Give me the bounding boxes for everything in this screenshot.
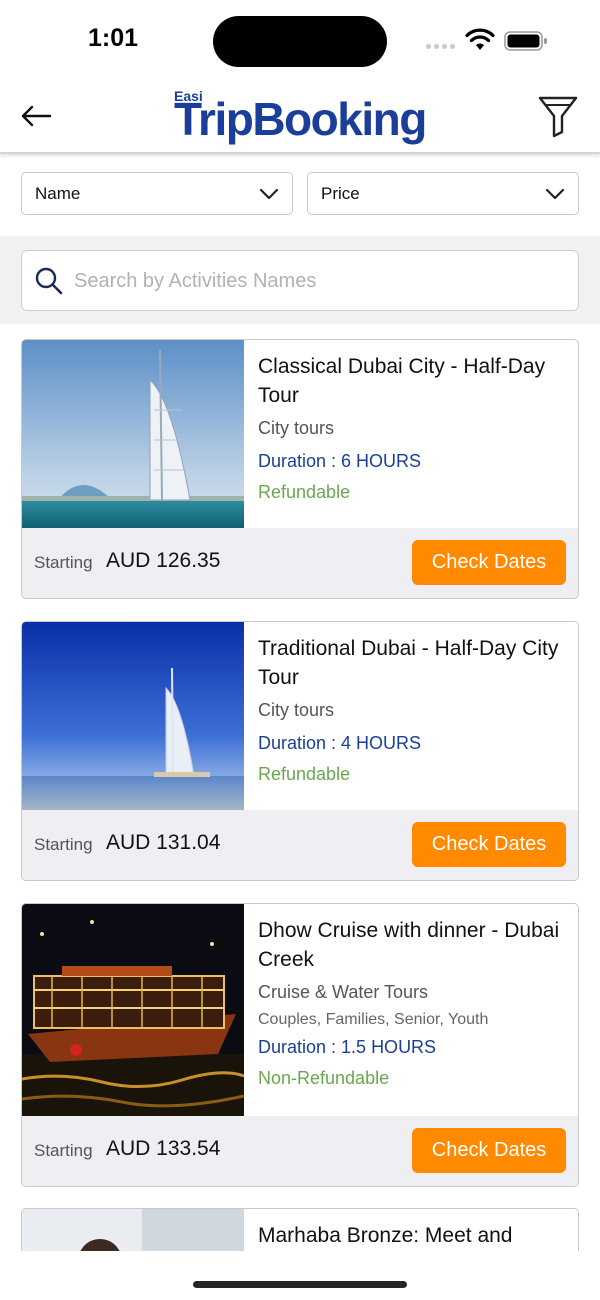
activity-info: Classical Dubai City - Half-Day Tour Cit… [258,352,568,503]
activity-refund-status: Refundable [258,482,351,502]
check-dates-button[interactable]: Check Dates [412,1128,566,1173]
activity-price-bar: Starting AUD 131.04 Check Dates [22,810,578,880]
cellular-signal-icon [426,44,455,49]
starting-label: Starting [34,1141,93,1160]
sort-by-price-dropdown[interactable]: Price [307,172,579,215]
home-indicator[interactable] [193,1281,407,1288]
app-logo: Easi TripBooking [170,84,440,150]
sort-by-price-label: Price [321,183,360,203]
activity-category: City tours [258,700,335,720]
activity-image-meet-and-greet [22,1209,244,1251]
activity-image-burj-al-arab [22,340,244,529]
search-area [0,236,600,324]
chevron-down-icon [259,188,279,200]
activity-price: AUD 126.35 [106,549,221,572]
back-button[interactable] [18,98,54,134]
app-header: Easi TripBooking [0,82,600,154]
activity-card[interactable]: Traditional Dubai - Half-Day City Tour C… [21,621,579,881]
starting-label: Starting [34,835,93,854]
activity-category: City tours [258,418,335,438]
logo-main-text: TripBooking [174,93,427,145]
filter-button[interactable] [536,92,580,140]
status-bar: 1:01 [0,0,600,82]
activity-duration: Duration : 6 HOURS [258,451,422,471]
battery-icon [504,31,547,51]
sort-by-name-dropdown[interactable]: Name [21,172,293,215]
chevron-down-icon [545,188,565,200]
dynamic-island [213,16,387,67]
sort-row: Name Price [21,172,579,216]
search-input[interactable] [74,261,564,301]
activity-suitable-for: Couples, Families, Senior, Youth [258,1011,489,1028]
activity-price: AUD 133.54 [106,1137,221,1160]
status-time: 1:01 [88,24,139,52]
funnel-icon [538,96,578,138]
activity-image-dhow-cruise [22,904,244,1117]
activity-title: Classical Dubai City - Half-Day Tour [258,355,546,407]
search-icon [35,267,63,295]
activity-title: Marhaba Bronze: Meet and [258,1224,513,1247]
activity-image-burj-al-arab-night [22,622,244,811]
activity-info: Traditional Dubai - Half-Day City Tour C… [258,634,568,785]
activity-title: Dhow Cruise with dinner - Dubai Creek [258,919,560,971]
check-dates-button[interactable]: Check Dates [412,822,566,867]
activity-card[interactable]: Classical Dubai City - Half-Day Tour Cit… [21,339,579,599]
wifi-icon [465,28,495,50]
check-dates-button[interactable]: Check Dates [412,540,566,585]
activity-duration: Duration : 4 HOURS [258,733,422,753]
activity-price-bar: Starting AUD 133.54 Check Dates [22,1116,578,1186]
activity-title: Traditional Dubai - Half-Day City Tour [258,637,559,689]
activity-card[interactable]: Dhow Cruise with dinner - Dubai Creek Cr… [21,903,579,1187]
activities-list: Classical Dubai City - Half-Day Tour Cit… [21,339,579,1251]
activity-info: Dhow Cruise with dinner - Dubai Creek Cr… [258,916,568,1089]
sort-by-name-label: Name [35,183,81,203]
activity-info: Marhaba Bronze: Meet and [258,1221,568,1250]
home-indicator-area [0,1251,600,1300]
activity-price: AUD 131.04 [106,831,221,854]
starting-label: Starting [34,553,93,572]
activity-refund-status: Refundable [258,764,351,784]
activity-refund-status: Non-Refundable [258,1068,390,1088]
search-box [21,250,579,311]
activity-card[interactable]: Marhaba Bronze: Meet and [21,1208,579,1251]
activity-category: Cruise & Water Tours [258,982,429,1002]
activity-duration: Duration : 1.5 HOURS [258,1037,437,1057]
arrow-left-icon [21,105,52,127]
activity-price-bar: Starting AUD 126.35 Check Dates [22,528,578,598]
